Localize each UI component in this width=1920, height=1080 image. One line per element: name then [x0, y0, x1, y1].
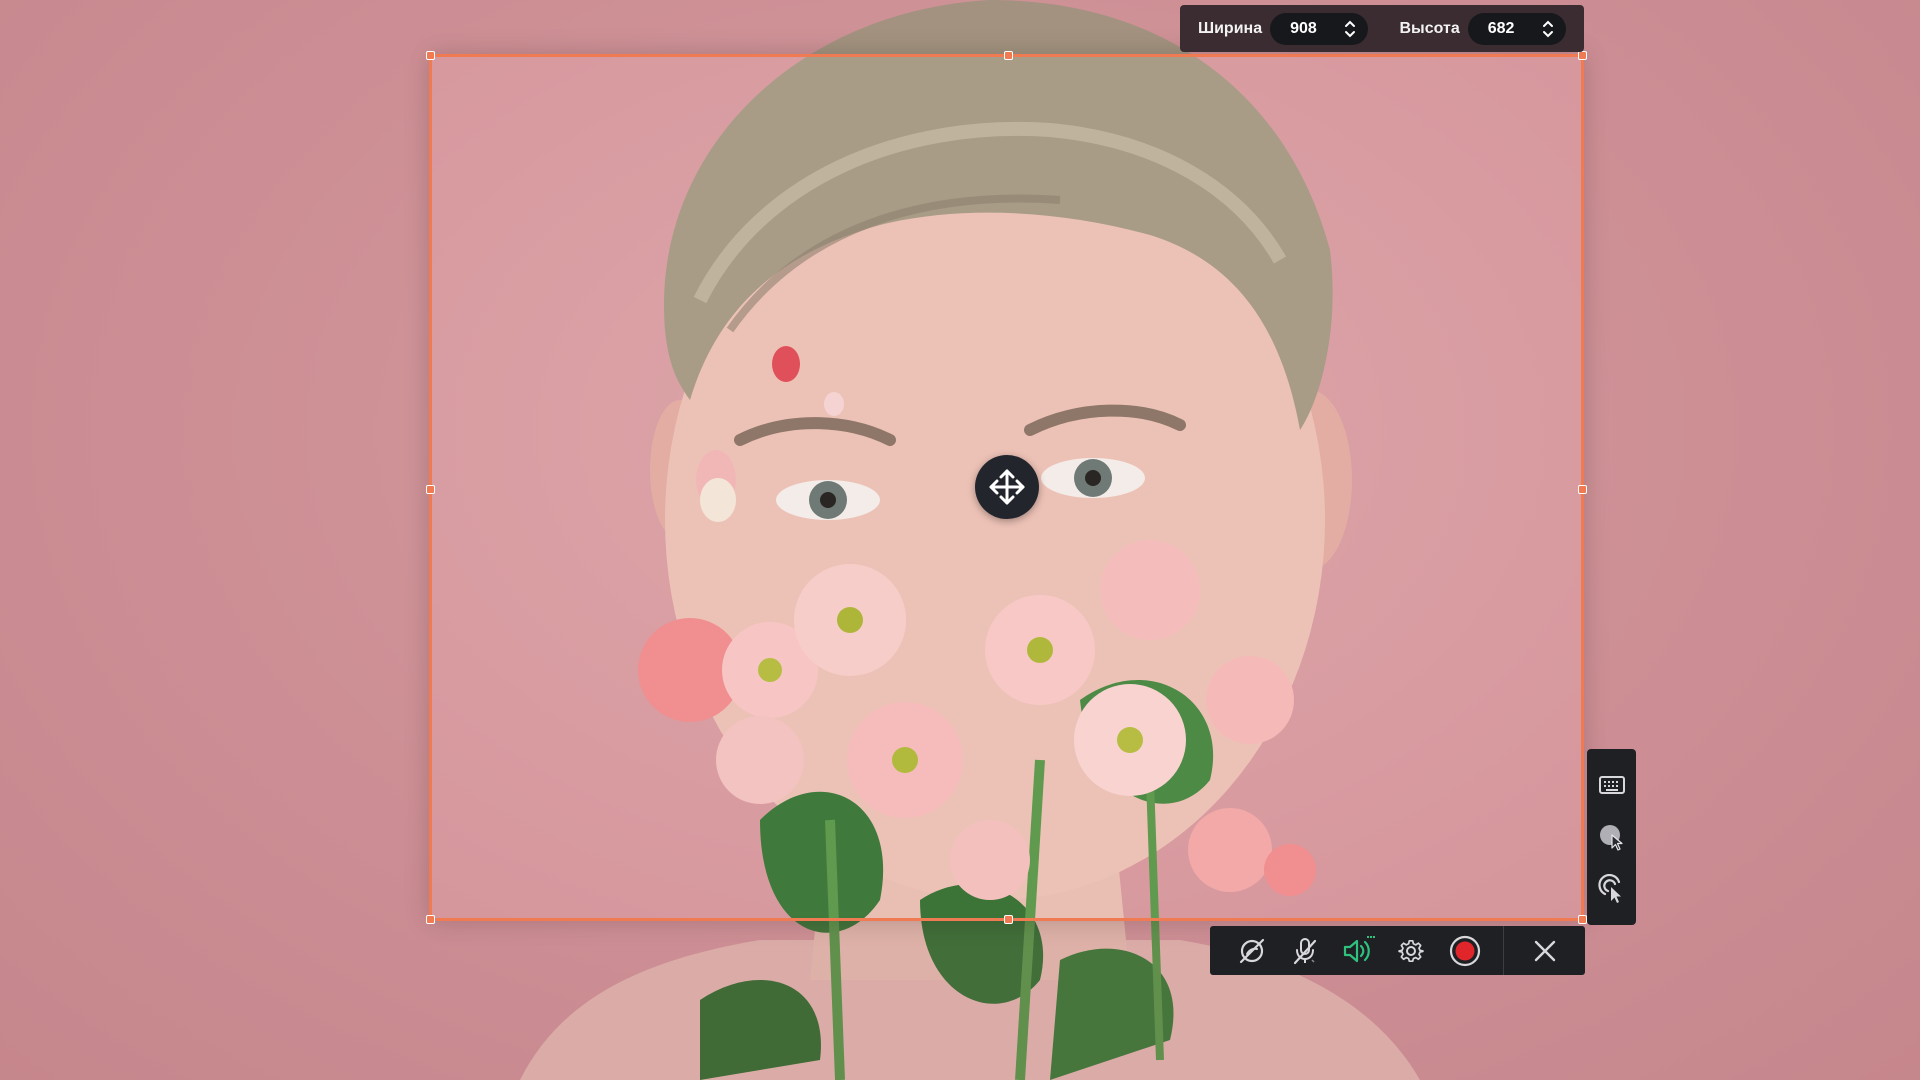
cursor-highlight-button[interactable] [1595, 821, 1629, 853]
width-field[interactable]: 908 [1270, 12, 1369, 45]
resize-handle-top-right[interactable] [1578, 51, 1587, 60]
click-effect-icon [1597, 874, 1621, 903]
keyboard-icon [1598, 776, 1625, 794]
resize-handle-top-left[interactable] [426, 51, 435, 60]
resize-handle-bottom-left[interactable] [426, 915, 435, 924]
height-field[interactable]: 682 [1467, 12, 1566, 45]
record-button[interactable] [1438, 929, 1491, 973]
size-bar: Ширина 908 Высота 682 [1180, 5, 1584, 52]
close-icon [1534, 940, 1555, 961]
dim-overlay-left [0, 0, 429, 1080]
width-label: Ширина [1198, 19, 1263, 37]
close-button[interactable] [1504, 929, 1585, 973]
chevron-up-down-icon[interactable] [1542, 19, 1554, 39]
click-effect-button[interactable] [1595, 873, 1629, 905]
resize-handle-bottom[interactable] [1004, 915, 1013, 924]
resize-handle-top[interactable] [1004, 51, 1013, 60]
system-sound-toggle-button[interactable] [1331, 929, 1384, 973]
webcam-toggle-button[interactable] [1225, 929, 1278, 973]
recording-toolbar [1210, 926, 1585, 975]
microphone-toggle-button[interactable] [1278, 929, 1331, 973]
speaker-icon [1343, 935, 1376, 962]
width-value[interactable]: 908 [1290, 20, 1317, 38]
microphone-off-icon [1293, 937, 1316, 964]
height-stepper[interactable] [1542, 19, 1554, 39]
move-arrows-icon [989, 469, 1025, 505]
cursor-highlight-icon [1599, 825, 1623, 851]
record-icon [1449, 935, 1480, 966]
resize-handle-bottom-right[interactable] [1578, 915, 1587, 924]
chevron-up-down-icon[interactable] [1344, 19, 1356, 39]
side-toolbar [1587, 749, 1636, 925]
width-stepper[interactable] [1344, 19, 1356, 39]
height-value[interactable]: 682 [1488, 20, 1515, 38]
keyboard-button[interactable] [1595, 769, 1629, 801]
resize-handle-right[interactable] [1578, 485, 1587, 494]
webcam-off-icon [1239, 938, 1264, 963]
gear-icon [1398, 939, 1425, 962]
height-label: Высота [1399, 19, 1460, 37]
resize-handle-left[interactable] [426, 485, 435, 494]
move-handle[interactable] [975, 455, 1039, 519]
settings-button[interactable] [1385, 929, 1438, 973]
